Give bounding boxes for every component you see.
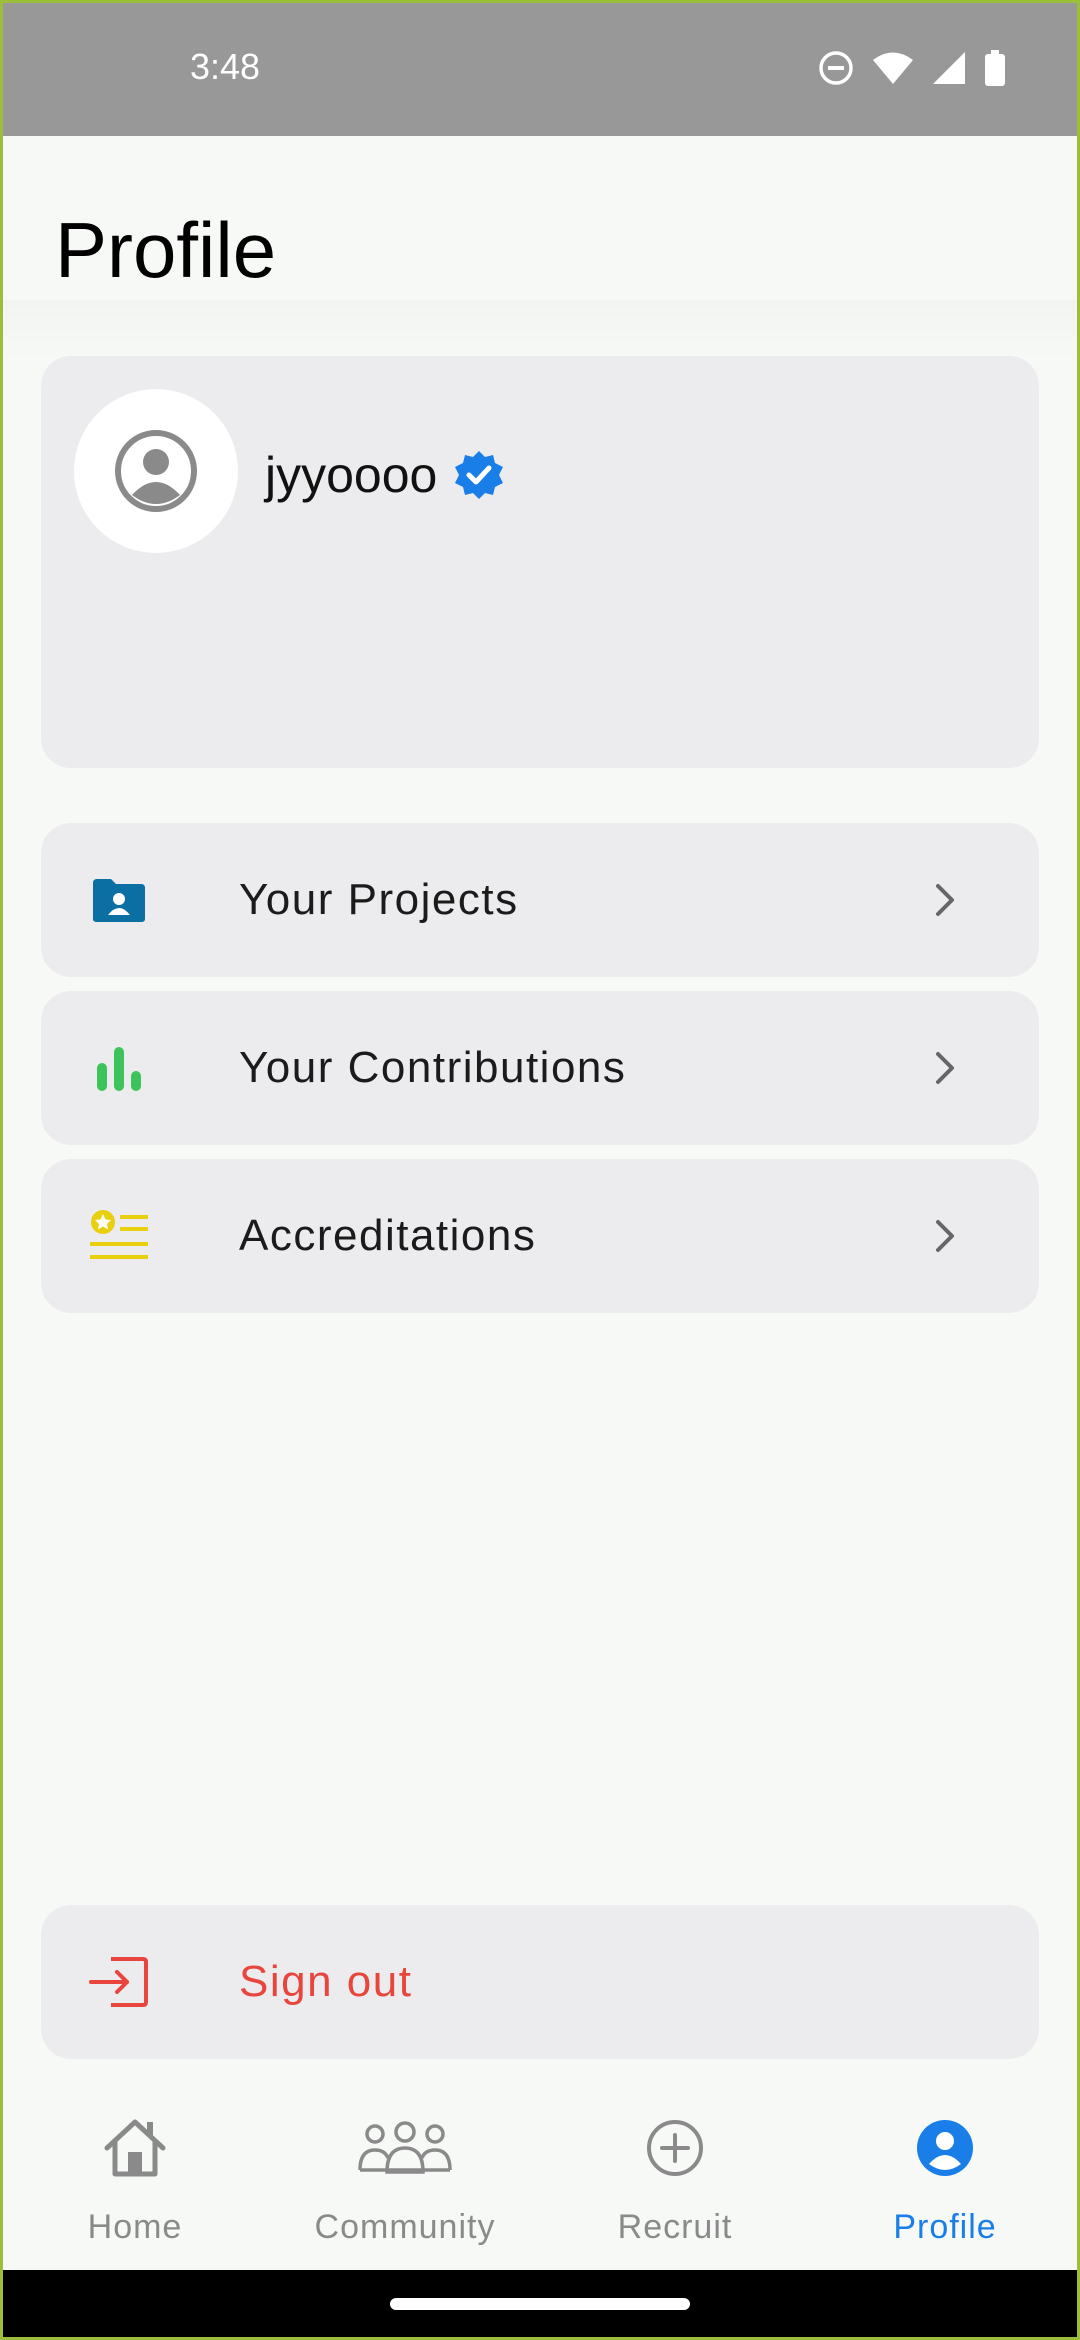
- sign-out-label: Sign out: [239, 1957, 413, 2006]
- avatar[interactable]: [74, 389, 238, 553]
- nav-recruit[interactable]: Recruit: [540, 2080, 810, 2270]
- verified-badge-icon: [455, 451, 504, 499]
- nav-label: Profile: [893, 2208, 997, 2246]
- default-avatar-icon: [115, 430, 197, 512]
- nav-label: Recruit: [617, 2208, 733, 2246]
- menu-item-label: Your Contributions: [239, 1043, 627, 1092]
- page-title: Profile: [55, 206, 277, 294]
- home-gesture-handle[interactable]: [390, 2298, 690, 2310]
- nav-label: Community: [314, 2208, 496, 2246]
- header-divider: [0, 300, 1080, 360]
- home-icon: [103, 2108, 167, 2188]
- bar-chart-icon: [89, 1038, 149, 1098]
- wifi-icon: [873, 52, 913, 84]
- cellular-signal-icon: [933, 52, 965, 84]
- menu-item-your-projects[interactable]: Your Projects: [41, 823, 1039, 977]
- menu-item-accreditations[interactable]: Accreditations: [41, 1159, 1039, 1313]
- profile-card[interactable]: jyyoooo: [41, 356, 1039, 768]
- folder-user-icon: [89, 870, 149, 930]
- sign-out-icon: [89, 1952, 149, 2012]
- accreditation-icon: [89, 1206, 149, 1266]
- nav-home[interactable]: Home: [0, 2080, 270, 2270]
- nav-community[interactable]: Community: [270, 2080, 540, 2270]
- menu-item-label: Accreditations: [239, 1211, 537, 1260]
- gesture-navigation-bar: [0, 2270, 1080, 2340]
- bottom-navigation: Home Community Recruit Profile: [0, 2080, 1080, 2270]
- status-bar: 3:48: [0, 0, 1080, 136]
- username-row: jyyoooo: [265, 446, 505, 504]
- status-time: 3:48: [190, 46, 261, 87]
- chevron-right-icon: [936, 1220, 954, 1252]
- menu-item-your-contributions[interactable]: Your Contributions: [41, 991, 1039, 1145]
- battery-icon: [985, 50, 1005, 86]
- sign-out-button[interactable]: Sign out: [41, 1905, 1039, 2059]
- do-not-disturb-icon: [819, 51, 853, 85]
- chevron-right-icon: [936, 884, 954, 916]
- status-icons: [818, 50, 1006, 86]
- plus-circle-icon: [645, 2108, 705, 2188]
- nav-profile[interactable]: Profile: [810, 2080, 1080, 2270]
- chevron-right-icon: [936, 1052, 954, 1084]
- profile-icon: [915, 2108, 975, 2188]
- menu-item-label: Your Projects: [239, 875, 519, 924]
- nav-label: Home: [87, 2208, 183, 2246]
- community-icon: [357, 2108, 453, 2188]
- username: jyyoooo: [265, 447, 438, 503]
